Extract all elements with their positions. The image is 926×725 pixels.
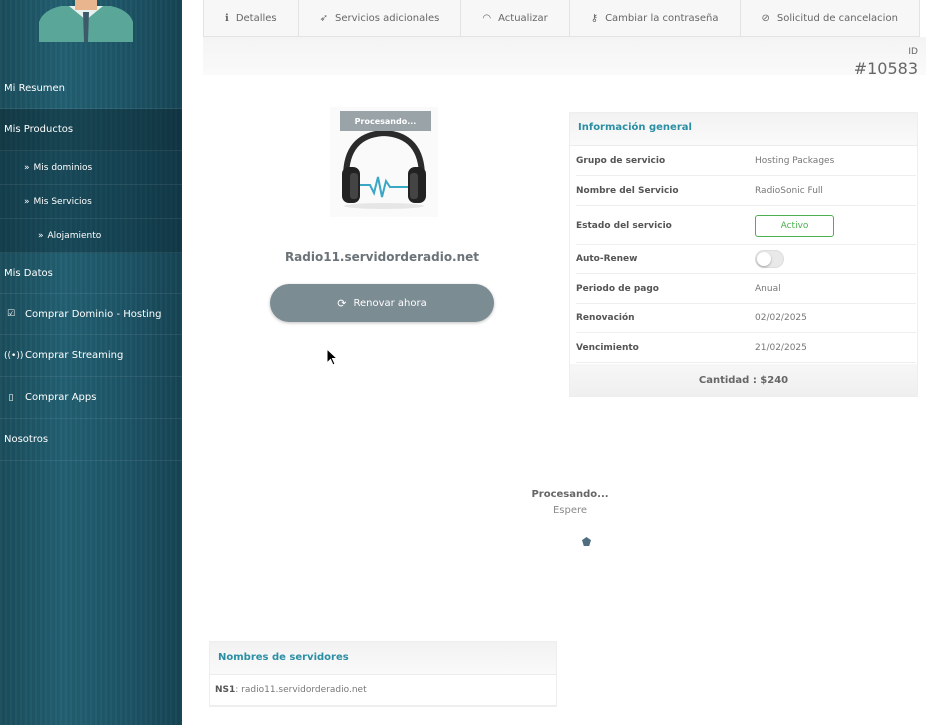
mobile-icon: ▯ [8, 392, 14, 403]
gauge-icon: ◠ [482, 12, 492, 24]
info-key: Estado del servicio [576, 207, 751, 245]
sidebar-item-label: Mis Datos [4, 267, 53, 279]
sidebar-item-mis-datos[interactable]: Mis Datos [0, 253, 182, 294]
info-row-autorenew: Auto-Renew [570, 245, 919, 274]
info-value: Hosting Packages [751, 147, 916, 176]
nameservers-panel: Nombres de servidores NS1: radio11.servi… [209, 641, 557, 707]
info-key: Auto-Renew [576, 245, 751, 274]
tab-actualizar[interactable]: ◠ Actualizar [461, 0, 570, 37]
nameserver-row: NS1: radio11.servidorderadio.net [210, 675, 556, 706]
info-key: Vencimiento [576, 334, 751, 363]
checkbox-icon: ☑ [6, 309, 16, 319]
rocket-icon: ➶ [319, 12, 329, 24]
refresh-icon: ⟳ [337, 296, 347, 310]
renew-button-label: Renovar ahora [353, 297, 427, 309]
double-chevron-right-icon: » [24, 196, 30, 207]
sidebar-item-label: Mis Productos [4, 124, 74, 135]
info-row-renovacion: Renovación 02/02/2025 [570, 304, 919, 333]
info-key: Periodo de pago [576, 275, 751, 304]
tab-label: Solicitud de cancelacion [776, 12, 898, 24]
double-chevron-right-icon: » [38, 230, 44, 241]
service-id-label: ID [908, 47, 918, 57]
info-row-estado: Estado del servicio Activo [570, 207, 919, 245]
mouse-cursor-icon [326, 348, 338, 366]
double-chevron-right-icon: » [24, 162, 30, 173]
info-row-grupo: Grupo de servicio Hosting Packages [570, 147, 919, 176]
service-tabs: ℹ Detalles ➶ Servicios adicionales ◠ Act… [203, 0, 920, 37]
panel-title: Información general [570, 113, 917, 146]
tab-label: Actualizar [498, 12, 548, 24]
sidebar-item-comprar-apps[interactable]: ▯ Comprar Apps [0, 377, 182, 419]
info-icon: ℹ [225, 12, 229, 24]
tab-label: Cambiar la contraseña [605, 12, 719, 24]
tab-label: Detalles [235, 12, 277, 24]
info-key: Renovación [576, 304, 751, 333]
tab-servicios-adicionales[interactable]: ➶ Servicios adicionales [298, 0, 462, 37]
sidebar-item-label: Mis Servicios [33, 196, 92, 207]
info-value: RadioSonic Full [751, 177, 916, 206]
general-info-panel: Información general Grupo de servicio Ho… [569, 112, 918, 397]
sidebar-item-mis-dominios[interactable]: » Mis dominios [0, 151, 182, 185]
info-row-periodo: Periodo de pago Anual [570, 275, 919, 304]
sidebar-item-comprar-dominio-hosting[interactable]: ☑ Comprar Dominio - Hosting [0, 294, 182, 335]
sidebar-item-mis-servicios[interactable]: » Mis Servicios [0, 185, 182, 219]
info-row-nombre: Nombre del Servicio RadioSonic Full [570, 177, 919, 206]
key-icon: ⚷ [590, 12, 599, 24]
ns1-value: : radio11.servidorderadio.net [235, 685, 367, 695]
sidebar-item-comprar-streaming[interactable]: ((•)) Comprar Streaming [0, 335, 182, 377]
sidebar-item-label: Alojamiento [47, 230, 102, 241]
tab-cambiar-contrasena[interactable]: ⚷ Cambiar la contraseña [569, 0, 741, 37]
processing-badge: Procesando... [340, 111, 431, 131]
sidebar-item-label: Comprar Apps [25, 392, 97, 403]
panel-title: Nombres de servidores [210, 642, 556, 675]
ns1-label: NS1 [215, 685, 236, 695]
service-id-value: #10583 [853, 59, 918, 78]
info-key: Grupo de servicio [576, 147, 751, 176]
processing-title: Procesando... [531, 489, 609, 500]
tab-solicitud-cancelacion[interactable]: ⊘ Solicitud de cancelacion [740, 0, 920, 37]
auto-renew-toggle[interactable] [755, 250, 784, 268]
ban-icon: ⊘ [761, 12, 770, 24]
sidebar-item-mis-productos[interactable]: Mis Productos [0, 109, 182, 151]
tab-label: Servicios adicionales [335, 12, 440, 24]
status-badge: Activo [755, 214, 834, 237]
sidebar: Mi Resumen Mis Productos » Mis dominios … [0, 0, 182, 725]
renew-now-button[interactable]: ⟳ Renovar ahora [270, 284, 494, 322]
sidebar-item-nosotros[interactable]: Nosotros [0, 419, 182, 461]
info-key: Nombre del Servicio [576, 177, 751, 206]
tab-detalles[interactable]: ℹ Detalles [203, 0, 299, 37]
sidebar-item-label: Mis dominios [33, 162, 93, 173]
sidebar-item-label: Nosotros [4, 434, 49, 445]
domain-name: Radio11.servidorderadio.net [284, 250, 480, 264]
broadcast-icon: ((•)) [4, 350, 24, 361]
sidebar-item-label: Comprar Streaming [25, 350, 124, 361]
info-value [751, 245, 916, 274]
info-value: Anual [751, 275, 916, 304]
info-value: 21/02/2025 [751, 334, 916, 363]
total-amount: Cantidad : $240 [570, 364, 917, 396]
info-value: 02/02/2025 [751, 304, 916, 333]
sidebar-item-mi-resumen[interactable]: Mi Resumen [0, 68, 182, 109]
sidebar-item-label: Mi Resumen [4, 82, 66, 94]
loading-spinner-icon [582, 537, 591, 546]
processing-subtitle: Espere [552, 505, 588, 516]
user-avatar [39, 0, 133, 42]
info-row-vencimiento: Vencimiento 21/02/2025 [570, 334, 919, 363]
sidebar-item-alojamiento[interactable]: » Alojamiento [0, 219, 182, 253]
header-strip [203, 37, 926, 75]
info-value: Activo [751, 207, 916, 245]
sidebar-item-label: Comprar Dominio - Hosting [25, 308, 162, 320]
